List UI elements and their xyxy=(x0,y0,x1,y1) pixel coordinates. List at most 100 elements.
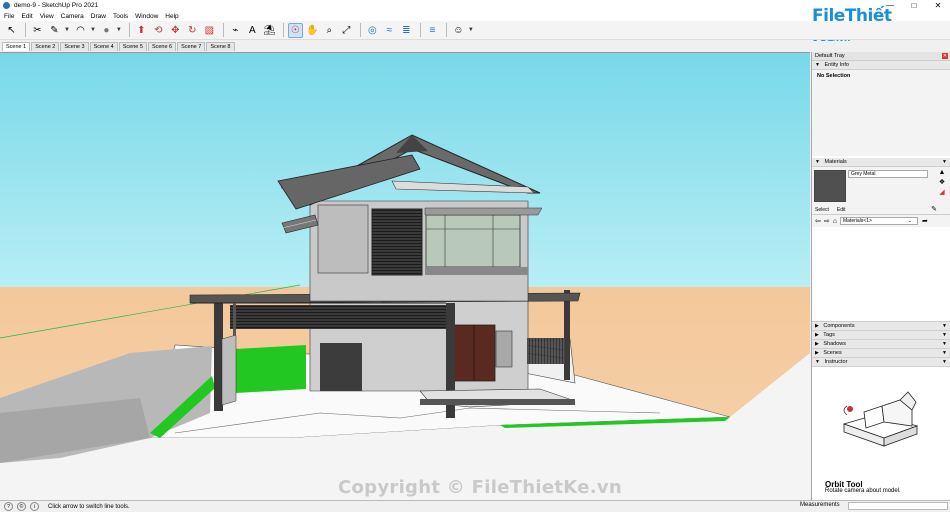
offset-tool-icon[interactable]: ⟲ xyxy=(151,23,166,38)
warehouse-icon[interactable]: ◎ xyxy=(365,23,380,38)
rotate-tool-icon[interactable]: ↻ xyxy=(185,23,200,38)
scene-tab[interactable]: Scene 7 xyxy=(177,42,206,51)
menu-view[interactable]: View xyxy=(40,13,54,20)
tab-select[interactable]: Select xyxy=(815,207,829,213)
column-left xyxy=(214,303,223,411)
zoom-tool-icon[interactable]: ⌕ xyxy=(322,23,337,38)
arc-tool-icon[interactable]: ◠ xyxy=(73,23,88,38)
scene-tab[interactable]: Scene 8 xyxy=(206,42,235,51)
layout-send-icon[interactable]: ≣ xyxy=(399,23,414,38)
panel-tags-label: Tags xyxy=(823,332,835,338)
menu-edit[interactable]: Edit xyxy=(21,13,32,20)
chevron-down-icon[interactable]: ▼ xyxy=(942,358,947,367)
orbit-tool-icon[interactable]: ☉ xyxy=(287,22,303,38)
zoom-extents-icon[interactable]: ⤢ xyxy=(339,23,354,38)
scene-tab[interactable]: Scene 1 xyxy=(2,42,31,51)
account-icon[interactable]: ☺ xyxy=(451,23,466,38)
panel-instructor-label: Instructor xyxy=(824,359,848,365)
paint-bucket-icon[interactable]: ⛱ xyxy=(262,23,277,38)
menu-camera[interactable]: Camera xyxy=(61,13,84,20)
line-tool-icon[interactable]: ✎ xyxy=(47,23,62,38)
panel-components[interactable]: ▶ Components ▼ xyxy=(812,322,950,331)
extension-warehouse-icon[interactable]: ≈ xyxy=(382,23,397,38)
menu-help[interactable]: Help xyxy=(165,13,178,20)
toolbar-separator xyxy=(222,23,224,37)
menu-tools[interactable]: Tools xyxy=(113,13,128,20)
drawing-viewport[interactable] xyxy=(0,52,810,500)
credits-icon[interactable]: © xyxy=(17,502,26,511)
canopy-louvres xyxy=(230,305,446,329)
toolbar-separator xyxy=(128,23,130,37)
chevron-down-icon[interactable]: ▼ xyxy=(942,349,947,358)
upper-balcony-glass xyxy=(425,214,521,268)
shape-tool-icon[interactable]: ● xyxy=(99,23,114,38)
move-tool-icon[interactable]: ✥ xyxy=(168,23,183,38)
panel-materials-label: Materials xyxy=(824,159,847,165)
default-material-icon[interactable]: ◢ xyxy=(938,189,946,197)
scene-tab[interactable]: Scene 5 xyxy=(118,42,147,51)
measurements-label: Measurements xyxy=(800,502,840,508)
expand-triangle-icon: ▶ xyxy=(815,341,819,347)
select-tool-icon[interactable]: ↖ xyxy=(4,23,19,38)
text-tool-icon[interactable]: A xyxy=(245,23,260,38)
eraser-tool-icon[interactable]: ✂ xyxy=(30,23,45,38)
chevron-down-icon[interactable]: ▼ xyxy=(942,331,947,340)
collapse-triangle-icon: ▼ xyxy=(815,159,820,165)
scale-tool-icon[interactable]: ▨ xyxy=(202,23,217,38)
column-right xyxy=(564,290,570,380)
tab-edit[interactable]: Edit xyxy=(837,207,846,213)
window-title: demo-9 - SketchUp Pro 2021 xyxy=(14,2,99,9)
chevron-down-icon[interactable]: ▼ xyxy=(942,322,947,331)
panel-shadows[interactable]: ▶ Shadows ▼ xyxy=(812,340,950,349)
material-swatch[interactable] xyxy=(814,170,846,202)
material-library-select[interactable]: Materials<1> ⌄ xyxy=(839,217,918,225)
scene-tab[interactable]: Scene 2 xyxy=(31,42,60,51)
tray-title: Default Tray xyxy=(815,53,845,59)
expand-triangle-icon: ▶ xyxy=(815,350,819,356)
eyedropper-icon[interactable]: ✎ xyxy=(930,206,938,214)
toolbar-separator xyxy=(359,23,361,37)
menu-window[interactable]: Window xyxy=(135,13,158,20)
expand-triangle-icon: ▶ xyxy=(815,332,819,338)
tape-measure-icon[interactable]: ⌁ xyxy=(228,23,243,38)
geo-location-icon[interactable]: ? xyxy=(4,502,13,511)
entity-info-body: No Selection xyxy=(812,70,950,156)
chevron-down-icon[interactable]: ▼ xyxy=(942,158,947,167)
selection-status: No Selection xyxy=(817,73,851,79)
panel-entity-info[interactable]: ▼ Entity Info xyxy=(812,61,950,70)
details-arrow-icon[interactable]: ➦ xyxy=(922,217,928,225)
chevron-down-icon[interactable]: ▼ xyxy=(90,27,96,33)
panel-instructor[interactable]: ▼ Instructor ▼ xyxy=(812,358,950,367)
measurements-input[interactable] xyxy=(848,502,948,510)
sample-paint-icon[interactable]: ▲ xyxy=(938,169,946,177)
tray-title-bar: Default Tray ✕ xyxy=(812,52,950,61)
forward-arrow-icon[interactable]: ⇨ xyxy=(824,217,830,225)
sketchup-app-icon xyxy=(3,2,10,9)
push-pull-tool-icon[interactable]: ⬆ xyxy=(134,23,149,38)
create-material-icon[interactable]: ❖ xyxy=(938,179,946,187)
toolbar-separator xyxy=(419,23,421,37)
library-selected-value: Materials<1> xyxy=(842,218,872,224)
scene-tab[interactable]: Scene 4 xyxy=(89,42,118,51)
panel-tags[interactable]: ▶ Tags ▼ xyxy=(812,331,950,340)
scene-tab[interactable]: Scene 3 xyxy=(60,42,89,51)
back-arrow-icon[interactable]: ⇦ xyxy=(815,217,821,225)
material-name-field[interactable]: Grey Metal xyxy=(848,170,928,178)
extension-manager-icon[interactable]: ≡ xyxy=(425,23,440,38)
chevron-down-icon[interactable]: ▼ xyxy=(116,27,122,33)
close-icon[interactable]: ✕ xyxy=(942,53,948,59)
pan-tool-icon[interactable]: ✋ xyxy=(305,23,320,38)
menu-file[interactable]: File xyxy=(4,13,14,20)
toolbar-separator xyxy=(282,23,284,37)
chevron-down-icon[interactable]: ▼ xyxy=(468,27,474,33)
panel-materials[interactable]: ▼ Materials ▼ xyxy=(812,158,950,167)
menu-draw[interactable]: Draw xyxy=(91,13,106,20)
panel-scenes[interactable]: ▶ Scenes ▼ xyxy=(812,349,950,358)
close-button[interactable]: ✕ xyxy=(926,0,950,11)
panel-entity-info-label: Entity Info xyxy=(824,62,849,68)
chevron-down-icon[interactable]: ▼ xyxy=(64,27,70,33)
chevron-down-icon[interactable]: ▼ xyxy=(942,340,947,349)
scene-tab[interactable]: Scene 6 xyxy=(147,42,177,51)
home-icon[interactable]: ⌂ xyxy=(833,218,837,225)
instructor-help-icon[interactable]: i xyxy=(30,502,39,511)
